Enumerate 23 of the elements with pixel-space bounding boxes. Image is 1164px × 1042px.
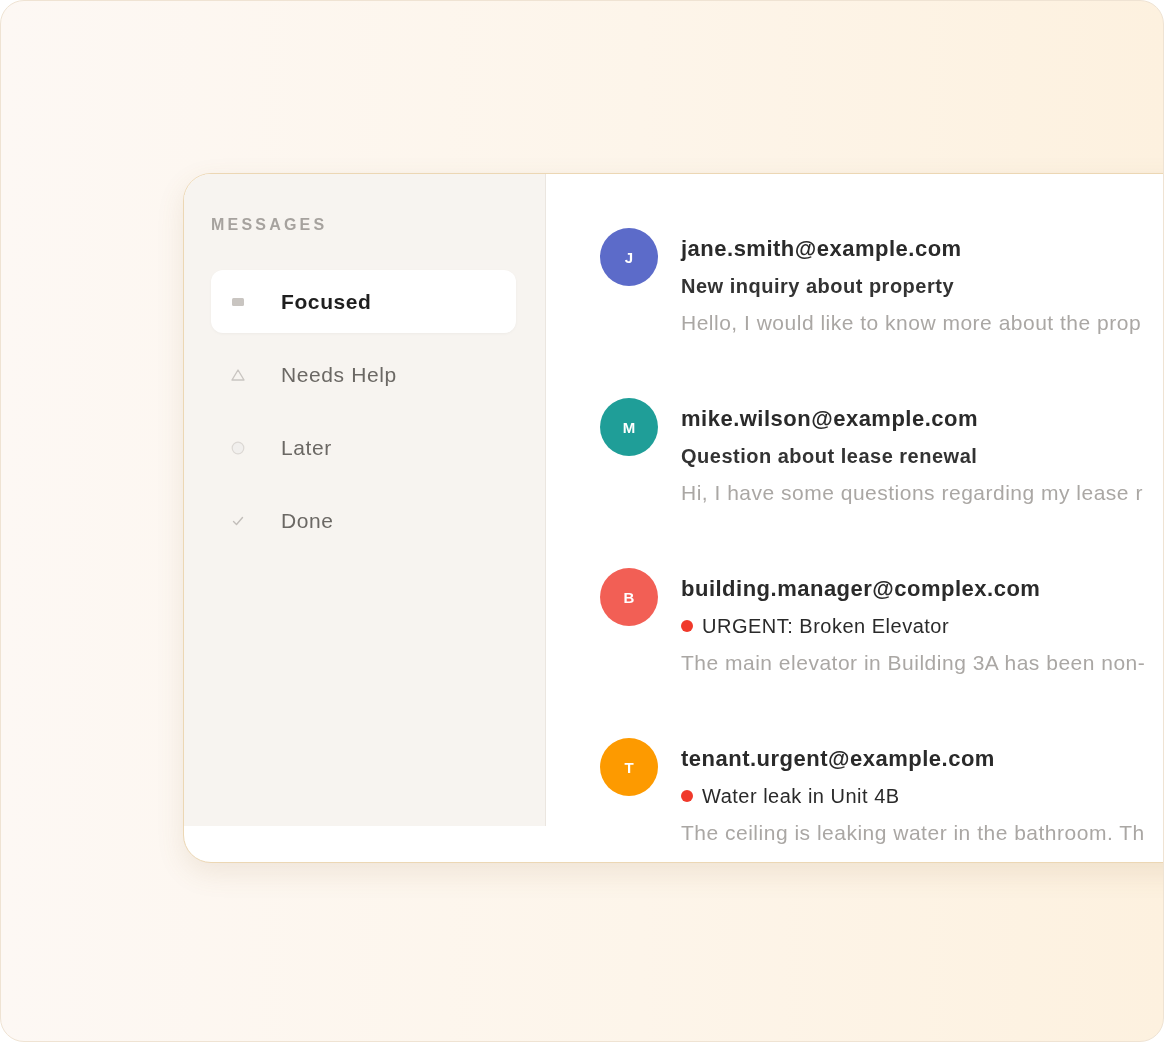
sender-email: mike.wilson@example.com — [681, 405, 979, 433]
avatar: M — [600, 398, 658, 456]
circle-icon — [231, 440, 245, 455]
message-subject: Water leak in Unit 4B — [702, 784, 900, 809]
warning-icon — [231, 367, 245, 382]
sidebar-item[interactable]: Later — [211, 416, 516, 479]
sidebar-heading: MESSAGES — [211, 216, 328, 234]
sender-email: building.manager@complex.com — [681, 575, 1041, 603]
sidebar-item[interactable]: Done — [211, 489, 516, 552]
avatar: B — [600, 568, 658, 626]
message-preview: Hi, I have some questions regarding my lease r — [681, 480, 1143, 506]
message-preview: The main elevator in Building 3A has been non- — [681, 650, 1146, 676]
sidebar-item[interactable]: Needs Help — [211, 343, 516, 406]
message-subject: New inquiry about property — [681, 274, 955, 299]
message-subject: Question about lease renewal — [681, 444, 978, 469]
avatar: J — [600, 228, 658, 286]
avatar: T — [600, 738, 658, 796]
message-subject: URGENT: Broken Elevator — [702, 614, 950, 639]
message-preview: The ceiling is leaking water in the bathroom. Th — [681, 820, 1145, 846]
message-preview: Hello, I would like to know more about the prop — [681, 310, 1142, 336]
sender-email: tenant.urgent@example.com — [681, 745, 995, 773]
sender-email: jane.smith@example.com — [681, 235, 962, 263]
sidebar-item[interactable]: Focused — [211, 270, 516, 333]
